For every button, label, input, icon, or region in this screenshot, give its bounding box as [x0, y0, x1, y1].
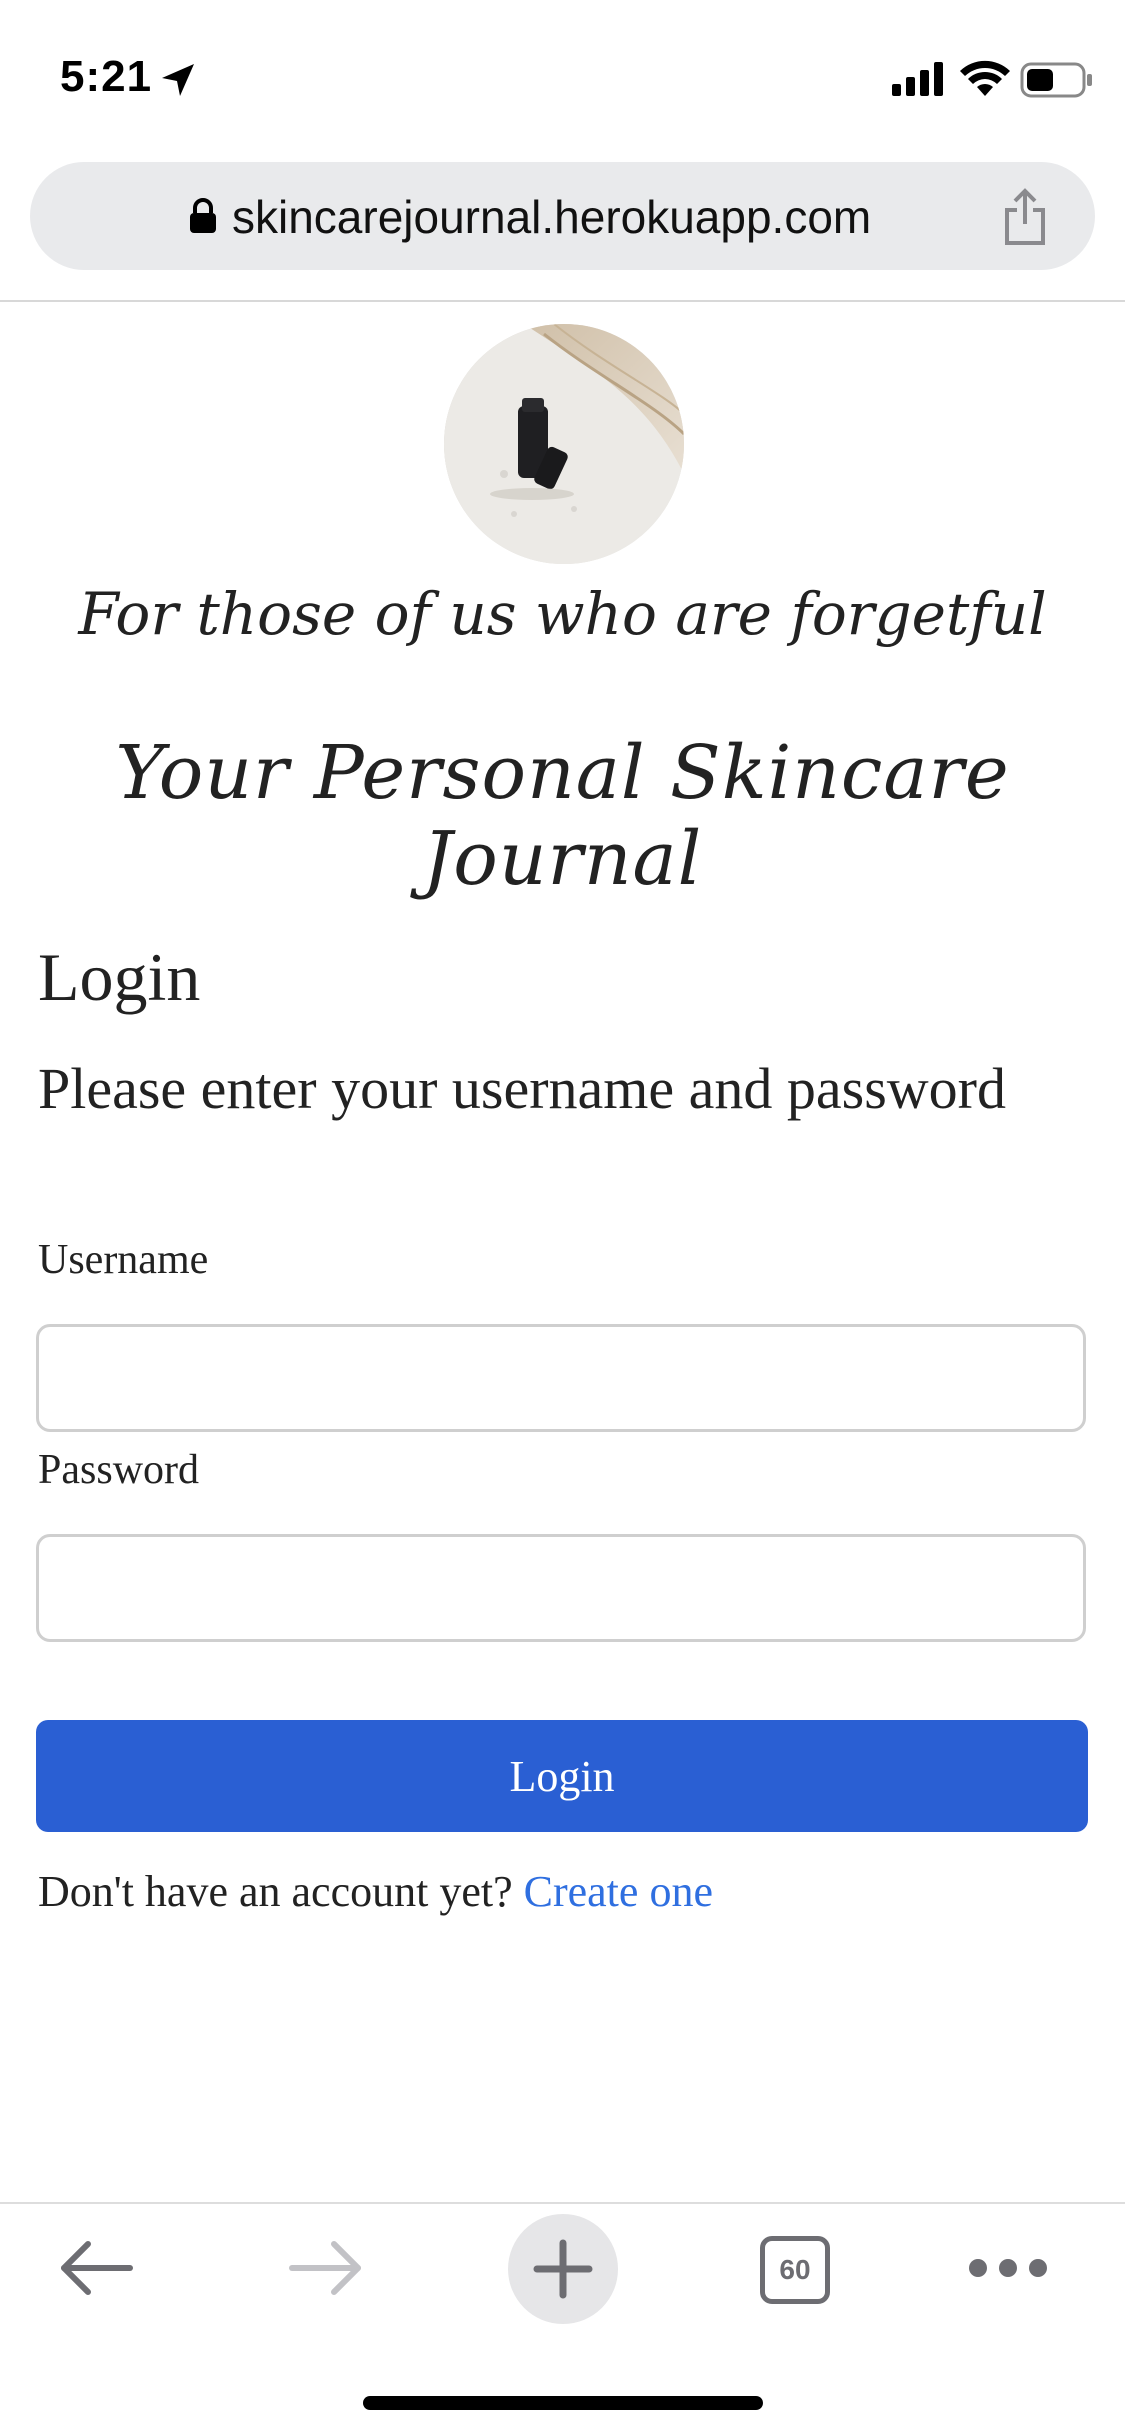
forward-arrow-icon[interactable]	[286, 2236, 366, 2300]
share-icon[interactable]	[1000, 188, 1050, 246]
toolbar-divider	[0, 300, 1125, 302]
battery-icon	[1020, 62, 1092, 98]
plus-icon	[533, 2239, 593, 2299]
location-arrow-icon	[162, 64, 194, 96]
lock-icon	[190, 198, 216, 233]
status-bar: 5:21	[0, 0, 1125, 150]
password-input[interactable]	[36, 1534, 1086, 1642]
login-button[interactable]: Login	[36, 1720, 1088, 1832]
signup-text: Don't have an account yet?	[38, 1867, 513, 1916]
new-tab-button[interactable]	[508, 2214, 618, 2324]
url-text[interactable]: skincarejournal.herokuapp.com	[232, 190, 871, 244]
password-label: Password	[38, 1447, 200, 1493]
avatar-image	[444, 324, 684, 564]
tab-count: 60	[779, 2254, 811, 2285]
address-bar[interactable]: skincarejournal.herokuapp.com	[30, 162, 1095, 270]
signup-prompt: Don't have an account yet? Create one	[38, 1866, 713, 1917]
username-input[interactable]	[36, 1324, 1086, 1432]
login-heading: Login	[38, 939, 201, 1015]
create-account-link[interactable]: Create one	[524, 1867, 713, 1916]
tagline: For those of us who are forgetful	[78, 580, 1047, 648]
cellular-signal-icon	[892, 62, 943, 96]
login-button-label: Login	[509, 1751, 615, 1801]
home-indicator[interactable]	[363, 2396, 763, 2410]
more-options-icon[interactable]	[966, 2252, 1050, 2284]
back-arrow-icon[interactable]	[56, 2236, 136, 2300]
status-time: 5:21	[60, 52, 153, 101]
tabs-button[interactable]: 60	[760, 2236, 830, 2304]
bottom-toolbar-divider	[0, 2202, 1125, 2204]
wifi-icon	[960, 60, 1010, 96]
login-prompt: Please enter your username and password	[38, 1056, 1006, 1121]
site-title: Your Personal Skincare Journal	[115, 730, 1010, 902]
username-label: Username	[38, 1237, 209, 1283]
